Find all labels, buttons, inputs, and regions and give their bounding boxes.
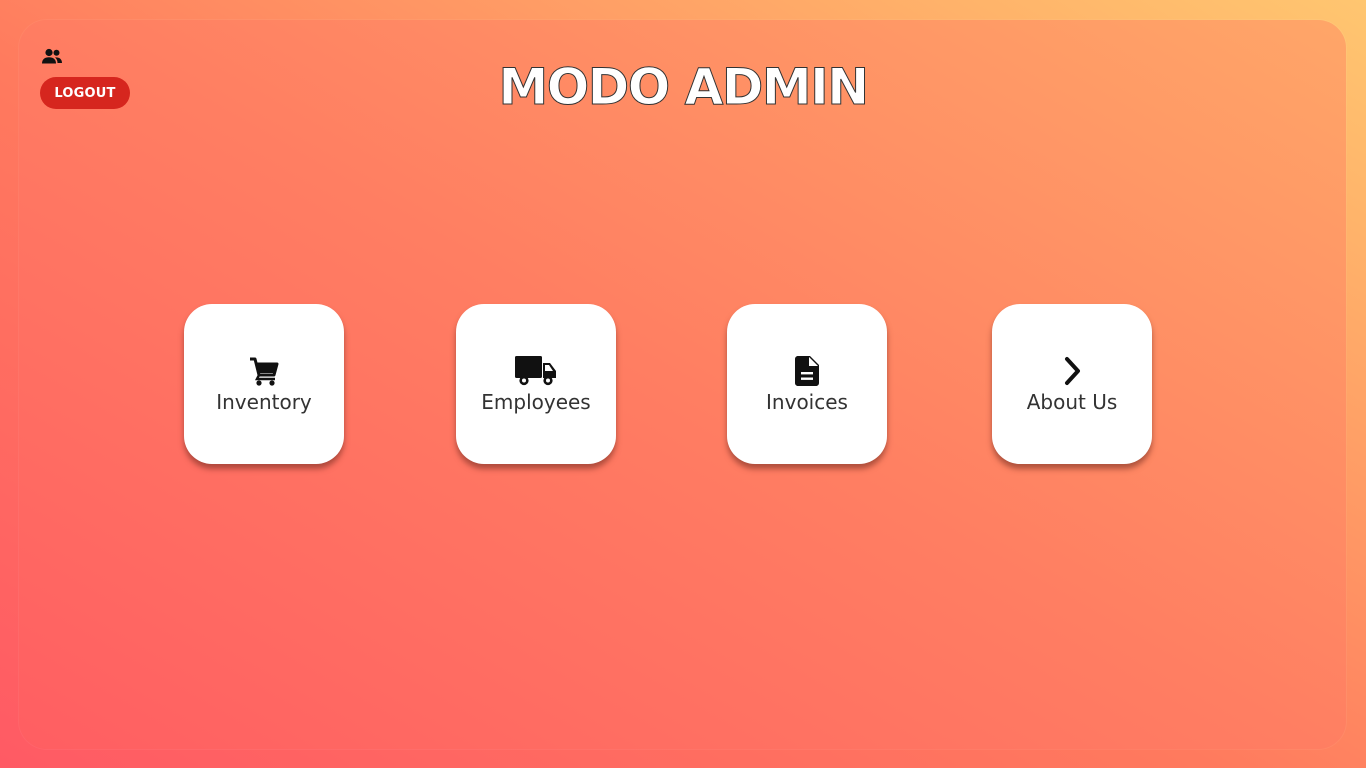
document-icon — [795, 354, 819, 388]
inventory-tile[interactable]: Inventory — [184, 304, 344, 464]
inventory-label: Inventory — [216, 390, 312, 414]
invoices-label: Invoices — [766, 390, 848, 414]
page-title: MODO ADMIN — [498, 58, 870, 117]
truck-icon — [515, 354, 557, 388]
about-us-label: About Us — [1026, 390, 1118, 414]
about-us-tile[interactable]: About Us — [992, 304, 1152, 464]
chevron-right-icon — [1062, 354, 1082, 388]
employees-label: Employees — [481, 390, 591, 414]
invoices-tile[interactable]: Invoices — [727, 304, 887, 464]
employees-tile[interactable]: Employees — [456, 304, 616, 464]
cart-icon — [248, 354, 280, 388]
